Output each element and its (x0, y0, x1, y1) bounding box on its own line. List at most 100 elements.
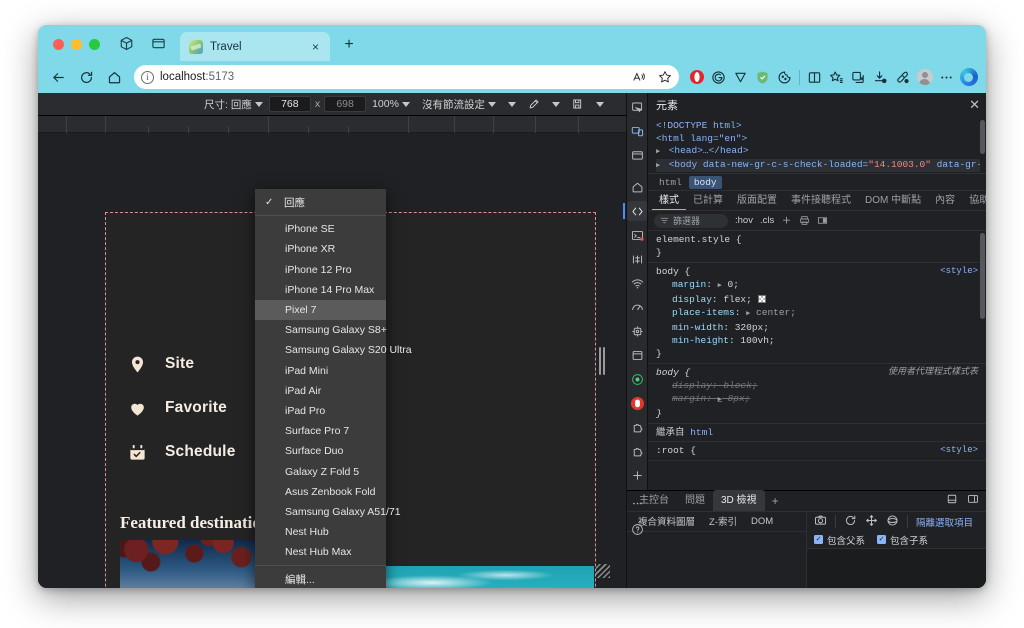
style-rule-body-useragent[interactable]: 使用者代理程式樣式表 body { display: block; margin… (648, 364, 986, 425)
home-icon[interactable] (101, 64, 127, 90)
browser-tab[interactable]: Travel × (180, 32, 330, 61)
device-option[interactable]: Nest Hub Max (255, 542, 386, 562)
device-option[interactable]: Surface Pro 7 (255, 421, 386, 441)
css-declaration[interactable]: min-height: 100vh; (656, 334, 978, 347)
extension-puzzle-icon[interactable] (627, 417, 647, 437)
css-declaration-overridden[interactable]: margin: ▶ 8px; (656, 392, 978, 407)
device-option[interactable]: Samsung Galaxy A51/71 (255, 502, 401, 522)
favorites-star-icon[interactable] (826, 66, 847, 88)
screenshot-icon[interactable] (814, 514, 827, 530)
downloads-icon[interactable] (870, 66, 891, 88)
adguard-shield-icon[interactable] (752, 66, 773, 88)
viewport-width-input[interactable]: 768 (268, 96, 311, 112)
device-option[interactable]: Samsung Galaxy S8+ (255, 320, 387, 340)
extension-puzzle-icon[interactable] (627, 441, 647, 461)
extensions-puzzle-icon[interactable] (892, 66, 913, 88)
dom-scrollbar[interactable] (980, 120, 985, 154)
print-preview-icon[interactable] (799, 215, 810, 226)
maximize-window-button[interactable] (89, 39, 100, 50)
tab-styles[interactable]: 樣式 (652, 191, 686, 211)
tab-search-icon[interactable] (113, 30, 139, 56)
breadcrumb-html[interactable]: html (654, 176, 687, 189)
tab-layout[interactable]: 版面配置 (730, 191, 784, 210)
lighthouse-panel-icon[interactable] (627, 369, 647, 389)
reload-icon[interactable] (73, 64, 99, 90)
nav-item-site[interactable]: Site (126, 353, 236, 375)
elements-panel-icon[interactable] (623, 201, 647, 221)
close-icon[interactable]: ✕ (969, 97, 980, 113)
help-icon[interactable] (627, 519, 647, 539)
viewport-resize-handle-corner[interactable] (596, 564, 610, 578)
colosseum-rome-photo[interactable] (362, 566, 594, 588)
include-ancestors-checkbox[interactable]: ✓ 包含父系 (814, 533, 865, 547)
viewport-resize-handle-right[interactable] (599, 347, 605, 375)
css-declaration[interactable]: min-width: 320px; (656, 321, 978, 334)
device-option[interactable]: iPhone 12 Pro (255, 260, 386, 280)
hover-state-button[interactable]: :hov (735, 215, 753, 226)
pan-icon[interactable] (865, 514, 878, 530)
performance-panel-icon[interactable] (627, 297, 647, 317)
cursor-pointer-icon[interactable] (522, 93, 546, 115)
more-options-icon[interactable] (936, 66, 957, 88)
include-descendants-checkbox[interactable]: ✓ 包含子系 (877, 533, 928, 547)
rule-source-link[interactable]: <style> (940, 444, 978, 457)
nav-item-favorite[interactable]: Favorite (126, 397, 236, 419)
css-declaration[interactable]: place-items: ▶ center; (656, 306, 978, 321)
dom-line-selected[interactable]: ▶ <body data-new-gr-c-s-check-loaded="14… (656, 158, 980, 173)
profile-avatar-icon[interactable] (914, 66, 935, 88)
device-option-highlighted[interactable]: Pixel 7 (255, 299, 386, 321)
site-info-icon[interactable]: i (141, 70, 154, 84)
tab-properties[interactable]: 內容 (928, 191, 962, 210)
viewport-height-input[interactable]: 698 (324, 96, 367, 112)
dom-line[interactable]: <html lang="en"> (656, 133, 980, 146)
device-option[interactable]: Samsung Galaxy S20 Ultra (255, 340, 412, 360)
device-option[interactable]: iPhone XR (255, 239, 386, 259)
breadcrumb-body[interactable]: body (688, 175, 722, 189)
device-option[interactable]: iPad Mini (255, 361, 386, 381)
dom-line[interactable]: ▶ <head>…</head> (656, 145, 980, 159)
device-option[interactable]: Nest Hub (255, 522, 386, 542)
honey-icon[interactable] (730, 66, 751, 88)
tab-event-listeners[interactable]: 事件接聽程式 (784, 191, 858, 210)
css-declaration-overridden[interactable]: display: block; (656, 379, 978, 392)
drawer-tab-3d-view[interactable]: 3D 檢視 (713, 490, 765, 512)
application-panel-icon[interactable] (627, 345, 647, 365)
rotate-icon[interactable] (886, 514, 899, 530)
device-toolbar-toggle-icon[interactable] (627, 121, 647, 141)
split-screen-icon[interactable] (804, 66, 825, 88)
more-device-options-dropdown[interactable] (590, 93, 610, 115)
device-option[interactable]: iPhone 14 Pro Max (255, 280, 386, 300)
three-d-tab-z-index[interactable]: Z-索引 (702, 514, 744, 528)
rule-source-link[interactable]: <style> (940, 265, 978, 278)
browser-window-icon[interactable] (627, 145, 647, 165)
new-tab-button[interactable]: + (337, 33, 361, 57)
collections-icon[interactable] (848, 66, 869, 88)
add-favorite-star-icon[interactable] (655, 67, 675, 87)
devtools-more-options-icon[interactable] (627, 493, 647, 513)
dom-line[interactable]: <!DOCTYPE html> (656, 120, 980, 133)
style-rule-body-author[interactable]: <style> body { margin: ▶ 0; display: fle… (648, 263, 986, 365)
style-rule-root[interactable]: <style> :root { (648, 442, 986, 462)
new-style-rule-icon[interactable] (781, 215, 792, 226)
isolate-selection-button[interactable]: 隔離選取項目 (916, 515, 973, 529)
console-panel-icon[interactable] (627, 225, 647, 245)
close-drawer-icon[interactable] (967, 493, 979, 508)
drawer-tab-issues[interactable]: 問題 (677, 490, 713, 511)
three-d-layer-list[interactable] (627, 531, 806, 588)
cookie-extension-icon[interactable] (774, 66, 795, 88)
element-classes-button[interactable]: .cls (760, 215, 774, 226)
adguard-devtools-icon[interactable] (627, 393, 647, 413)
dock-side-icon[interactable] (946, 493, 958, 508)
close-window-button[interactable] (53, 39, 64, 50)
minimize-window-button[interactable] (71, 39, 82, 50)
styles-scrollbar[interactable] (980, 233, 985, 320)
device-list-dropdown[interactable]: ✓ 回應 iPhone SE iPhone XR iPhone 12 Pro i… (255, 189, 412, 588)
styles-rules-list[interactable]: element.style { } <style> body { margin:… (648, 231, 986, 490)
capture-options-dropdown[interactable] (546, 93, 566, 115)
address-bar[interactable]: i localhost:5173 (134, 65, 679, 89)
three-d-tab-dom[interactable]: DOM (744, 516, 780, 527)
add-drawer-tab-icon[interactable]: + (765, 494, 786, 508)
throttling-selector[interactable]: 沒有節流設定 (416, 93, 502, 115)
tab-computed[interactable]: 已計算 (686, 191, 730, 210)
split-view-icon[interactable] (145, 30, 171, 56)
